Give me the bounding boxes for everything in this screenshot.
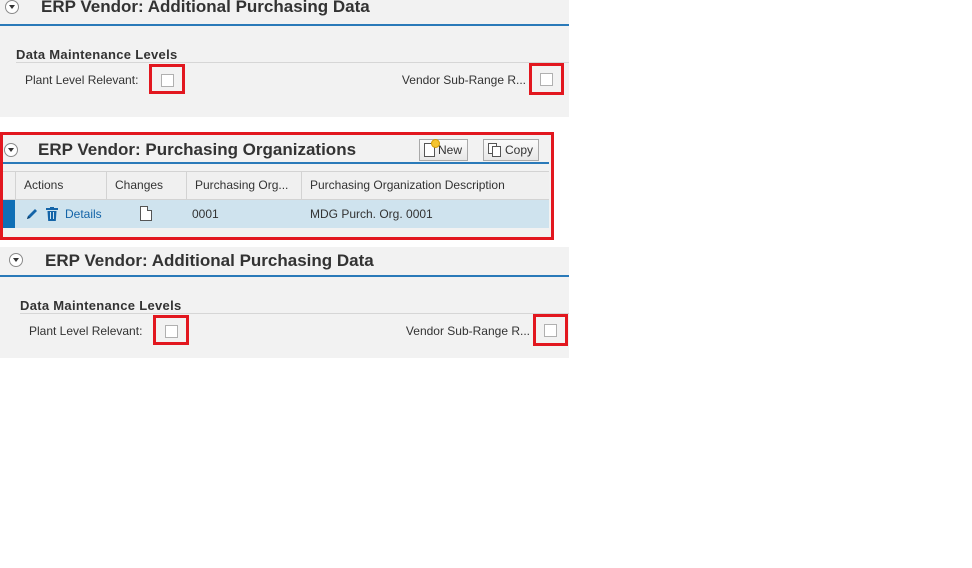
vendor-subrange-checkbox[interactable] [544,324,557,337]
delete-icon[interactable] [46,207,58,221]
additional-purchasing-panel-top: ERP Vendor: Additional Purchasing Data D… [0,0,569,117]
copy-button[interactable]: Copy [483,139,540,161]
plant-level-label: Plant Level Relevant: [29,324,143,338]
group-title: Data Maintenance Levels [20,298,182,313]
table-header: Actions Changes Purchasing Org... Purcha… [3,171,549,200]
table-row[interactable]: Details 0001 MDG Purch. Org. 0001 [3,200,549,228]
panel-header: ERP Vendor: Purchasing Organizations New… [3,134,549,164]
panel-header: ERP Vendor: Additional Purchasing Data [0,247,569,277]
collapse-toggle-icon[interactable] [9,253,23,267]
purchasing-organizations-table: Actions Changes Purchasing Org... Purcha… [3,171,549,228]
vendor-subrange-label: Vendor Sub-Range R... [405,324,530,338]
row-selector[interactable] [3,200,15,228]
change-document-icon[interactable] [140,206,152,221]
plant-level-label: Plant Level Relevant: [25,73,139,87]
column-header-changes[interactable]: Changes [106,172,186,199]
column-header-purchasing-org[interactable]: Purchasing Org... [186,172,301,199]
group-title: Data Maintenance Levels [16,47,178,62]
collapse-toggle-icon[interactable] [4,143,18,157]
column-header-description[interactable]: Purchasing Organization Description [301,172,549,199]
group-divider [16,62,569,63]
purchasing-org-cell: 0001 [192,207,219,221]
edit-icon[interactable] [25,207,39,221]
vendor-subrange-checkbox-highlight [533,314,568,346]
additional-purchasing-panel-bottom: ERP Vendor: Additional Purchasing Data D… [0,247,569,358]
vendor-subrange-label: Vendor Sub-Range R... [401,73,526,87]
panel-title: ERP Vendor: Additional Purchasing Data [41,0,370,16]
vendor-subrange-checkbox[interactable] [540,73,553,86]
plant-level-checkbox[interactable] [165,325,178,338]
vendor-subrange-checkbox-highlight [529,63,564,95]
new-button[interactable]: New [419,139,469,161]
collapse-toggle-icon[interactable] [5,0,19,14]
panel-title: ERP Vendor: Purchasing Organizations [38,140,357,159]
plant-level-checkbox-highlight [149,64,185,94]
panel-title: ERP Vendor: Additional Purchasing Data [45,251,374,270]
panel-header: ERP Vendor: Additional Purchasing Data [0,0,569,26]
plant-level-checkbox-highlight [153,315,189,345]
column-header-selector [3,172,15,199]
plant-level-checkbox[interactable] [161,74,174,87]
copy-icon [488,142,502,158]
org-description-cell: MDG Purch. Org. 0001 [310,207,433,221]
copy-button-label: Copy [505,143,534,157]
column-header-actions[interactable]: Actions [15,172,106,199]
details-link[interactable]: Details [65,200,102,228]
group-divider [20,313,569,314]
new-button-label: New [438,143,463,157]
new-document-icon [424,140,439,157]
